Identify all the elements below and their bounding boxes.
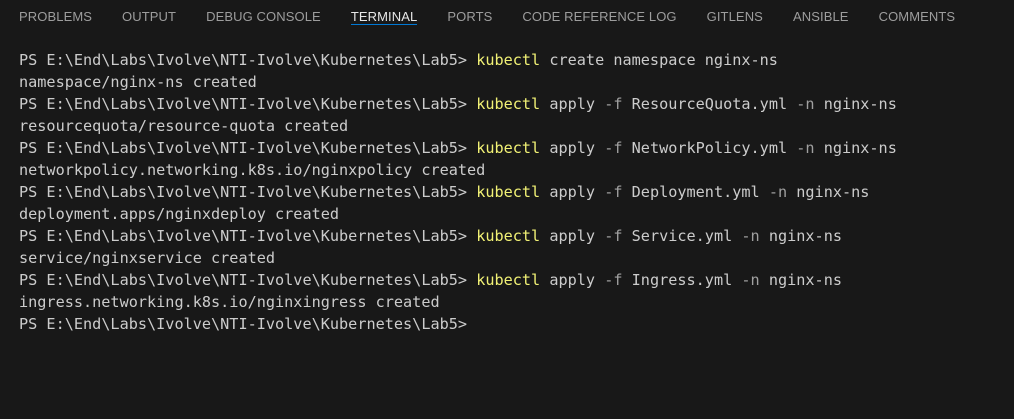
command-output: networkpolicy.networking.k8s.io/nginxpol… [19,161,486,179]
prompt: PS E:\End\Labs\Ivolve\NTI-Ivolve\Kuberne… [19,51,477,69]
command-arg: Service.yml [622,227,742,245]
command-flag: -n [768,183,788,201]
terminal-panel: PROBLEMS OUTPUT DEBUG CONSOLE TERMINAL PORTS… [0,0,1014,419]
command-line: PS E:\End\Labs\Ivolve\NTI-Ivolve\Kuberne… [19,225,1014,247]
command-flag: -f [604,271,623,289]
tab-output[interactable]: OUTPUT [122,0,176,25]
tab-ports[interactable]: PORTS [447,0,492,25]
tab-problems[interactable]: PROBLEMS [19,0,92,25]
command-name: kubectl [476,183,541,201]
prompt: PS E:\End\Labs\Ivolve\NTI-Ivolve\Kuberne… [19,139,477,157]
prompt: PS E:\End\Labs\Ivolve\NTI-Ivolve\Kuberne… [19,95,477,113]
command-flag: -f [604,227,623,245]
command-output: namespace/nginx-ns created [19,73,257,91]
prompt: PS E:\End\Labs\Ivolve\NTI-Ivolve\Kuberne… [19,227,477,245]
command-arg: apply [540,271,605,289]
command-arg: apply [540,139,605,157]
tab-gitlens[interactable]: GITLENS [707,0,763,25]
command-arg: ResourceQuota.yml [622,95,797,113]
command-arg: Ingress.yml [622,271,742,289]
command-arg: nginx-ns [759,227,842,245]
command-line: PS E:\End\Labs\Ivolve\NTI-Ivolve\Kuberne… [19,269,1014,291]
command-arg: apply [540,227,605,245]
command-flag: -n [741,227,760,245]
command-arg: apply [540,95,605,113]
tab-terminal[interactable]: TERMINAL [350,0,418,25]
tab-debug-console[interactable]: DEBUG CONSOLE [206,0,321,25]
command-output: ingress.networking.k8s.io/nginxingress c… [19,293,440,311]
command-arg: create namespace nginx-ns [540,51,778,69]
command-name: kubectl [476,227,541,245]
tab-code-reference-log[interactable]: CODE REFERENCE LOG [522,0,676,25]
command-line: PS E:\End\Labs\Ivolve\NTI-Ivolve\Kuberne… [19,137,1014,159]
command-flag: -n [741,271,760,289]
command-arg: nginx-ns [759,271,842,289]
command-arg: NetworkPolicy.yml [622,139,797,157]
command-output: deployment.apps/nginxdeploy created [19,205,340,223]
command-flag: -n [796,95,815,113]
command-line: PS E:\End\Labs\Ivolve\NTI-Ivolve\Kuberne… [19,181,1014,203]
tab-comments[interactable]: COMMENTS [879,0,956,25]
command-arg: nginx-ns [787,183,870,201]
command-flag: -f [604,139,623,157]
tab-ansible[interactable]: ANSIBLE [793,0,849,25]
command-arg: nginx-ns [814,95,897,113]
command-output: resourcequota/resource-quota created [19,117,349,135]
command-arg: nginx-ns [814,139,897,157]
terminal-output[interactable]: PS E:\End\Labs\Ivolve\NTI-Ivolve\Kuberne… [0,34,1014,419]
command-line: PS E:\End\Labs\Ivolve\NTI-Ivolve\Kuberne… [19,93,1014,115]
command-flag: -n [796,139,815,157]
current-prompt[interactable]: PS E:\End\Labs\Ivolve\NTI-Ivolve\Kuberne… [19,313,1014,335]
command-flag: -f [604,183,623,201]
command-arg: Deployment.yml [622,183,769,201]
command-name: kubectl [476,139,541,157]
command-name: kubectl [476,51,541,69]
command-name: kubectl [476,271,541,289]
prompt: PS E:\End\Labs\Ivolve\NTI-Ivolve\Kuberne… [19,183,477,201]
command-output: service/nginxservice created [19,249,276,267]
command-flag: -f [604,95,623,113]
prompt: PS E:\End\Labs\Ivolve\NTI-Ivolve\Kuberne… [19,271,477,289]
command-name: kubectl [476,95,541,113]
command-arg: apply [540,183,605,201]
panel-tab-bar: PROBLEMS OUTPUT DEBUG CONSOLE TERMINAL PORTS… [0,0,1014,34]
command-line: PS E:\End\Labs\Ivolve\NTI-Ivolve\Kuberne… [19,49,1014,71]
